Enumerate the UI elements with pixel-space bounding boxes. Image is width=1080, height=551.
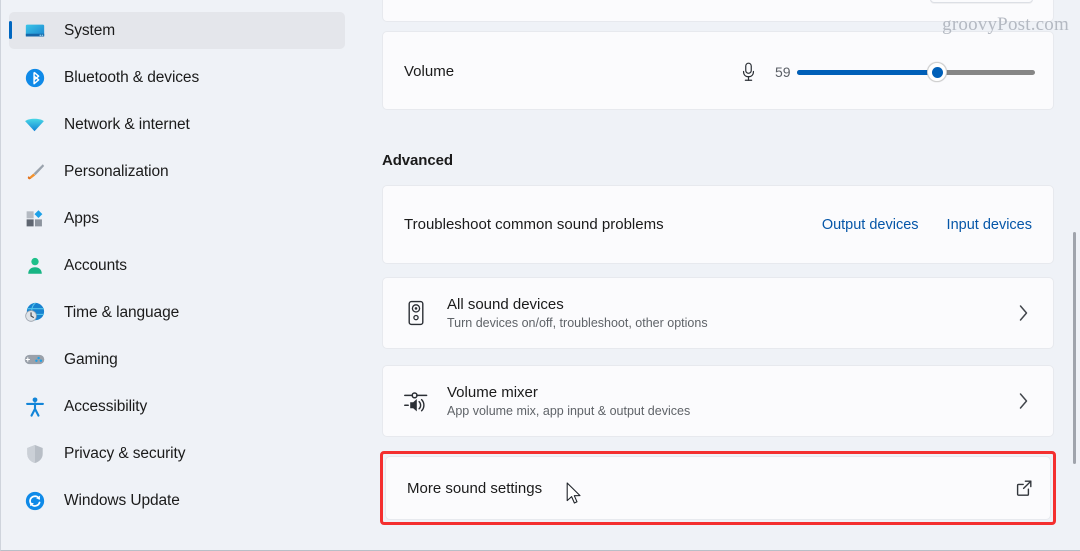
chevron-right-icon[interactable] [1014,303,1032,323]
gamepad-icon [22,347,47,372]
more-sound-settings-card[interactable]: More sound settings [385,456,1051,520]
volume-slider[interactable] [797,62,1035,82]
sidebar-item-label: Privacy & security [64,444,186,462]
input-devices-link[interactable]: Input devices [947,217,1032,233]
scrollbar-thumb[interactable] [1073,232,1076,464]
sidebar-item-label: Accessibility [64,397,148,415]
sidebar-item-label: Windows Update [64,491,180,509]
bluetooth-icon [22,65,47,90]
clock-globe-icon [22,300,47,325]
sidebar-item-label: Network & internet [64,115,190,133]
volume-card: Volume 59 [382,31,1054,110]
apps-icon [22,206,47,231]
sidebar-item-label: Apps [64,209,99,227]
accessibility-icon [22,394,47,419]
paintbrush-icon [22,159,47,184]
sidebar-item-gaming[interactable]: Gaming [9,341,345,378]
sidebar-item-bluetooth-devices[interactable]: Bluetooth & devices [9,59,345,96]
sidebar-item-label: Personalization [64,162,169,180]
watermark: groovyPost.com [942,14,1069,35]
volume-row: Volume 59 [383,32,1053,109]
wifi-icon [22,112,47,137]
more-sound-settings-label: More sound settings [407,479,543,497]
person-icon [22,253,47,278]
slider-fill [797,70,938,75]
volume-mixer-icon [400,388,432,414]
volume-mixer-title: Volume mixer [447,383,538,401]
sidebar-item-apps[interactable]: Apps [9,200,345,237]
speaker-box-icon [400,300,432,326]
volume-label: Volume [404,63,455,80]
selection-indicator [9,21,12,39]
sidebar-item-label: Bluetooth & devices [64,68,200,86]
sidebar-item-accessibility[interactable]: Accessibility [9,388,345,425]
all-sound-devices-text: All sound devices Turn devices on/off, t… [447,295,1014,332]
volume-value: 59 [775,64,791,80]
troubleshoot-card: Troubleshoot common sound problems Outpu… [382,185,1054,264]
microphone-icon [739,61,758,88]
sidebar-item-label: Accounts [64,256,127,274]
all-sound-devices-subtitle: Turn devices on/off, troubleshoot, other… [447,315,708,330]
external-link-icon[interactable] [1014,479,1034,497]
sidebar-item-personalization[interactable]: Personalization [9,153,345,190]
update-icon [22,488,47,513]
volume-mixer-card[interactable]: Volume mixer App volume mix, app input &… [382,365,1054,437]
sidebar-item-label: Time & language [64,303,180,321]
sidebar-item-label: System [64,21,116,39]
sidebar-navigation: System Bluetooth & devices Network & int… [1,0,353,550]
sidebar-item-time-language[interactable]: Time & language [9,294,345,331]
settings-content-pane: Pair a new input device Add device Volum… [353,0,1080,550]
volume-mixer-text: Volume mixer App volume mix, app input &… [447,383,1014,420]
settings-window: System Bluetooth & devices Network & int… [0,0,1080,551]
all-sound-devices-card[interactable]: All sound devices Turn devices on/off, t… [382,277,1054,349]
output-devices-link[interactable]: Output devices [822,217,919,233]
sidebar-item-system[interactable]: System [9,12,345,49]
monitor-icon [22,18,47,43]
content-scrollbar[interactable] [1069,0,1078,550]
add-device-button[interactable]: Add device [929,0,1033,3]
advanced-section-header: Advanced [382,152,453,169]
sidebar-item-windows-update[interactable]: Windows Update [9,482,345,519]
sidebar-item-accounts[interactable]: Accounts [9,247,345,284]
slider-thumb[interactable] [927,62,948,82]
troubleshoot-label: Troubleshoot common sound problems [404,216,664,233]
all-sound-devices-title: All sound devices [447,295,564,313]
chevron-right-icon[interactable] [1014,391,1032,411]
sidebar-item-privacy-security[interactable]: Privacy & security [9,435,345,472]
sidebar-item-label: Gaming [64,350,118,368]
sidebar-item-network-internet[interactable]: Network & internet [9,106,345,143]
shield-icon [22,441,47,466]
volume-mixer-subtitle: App volume mix, app input & output devic… [447,403,691,418]
